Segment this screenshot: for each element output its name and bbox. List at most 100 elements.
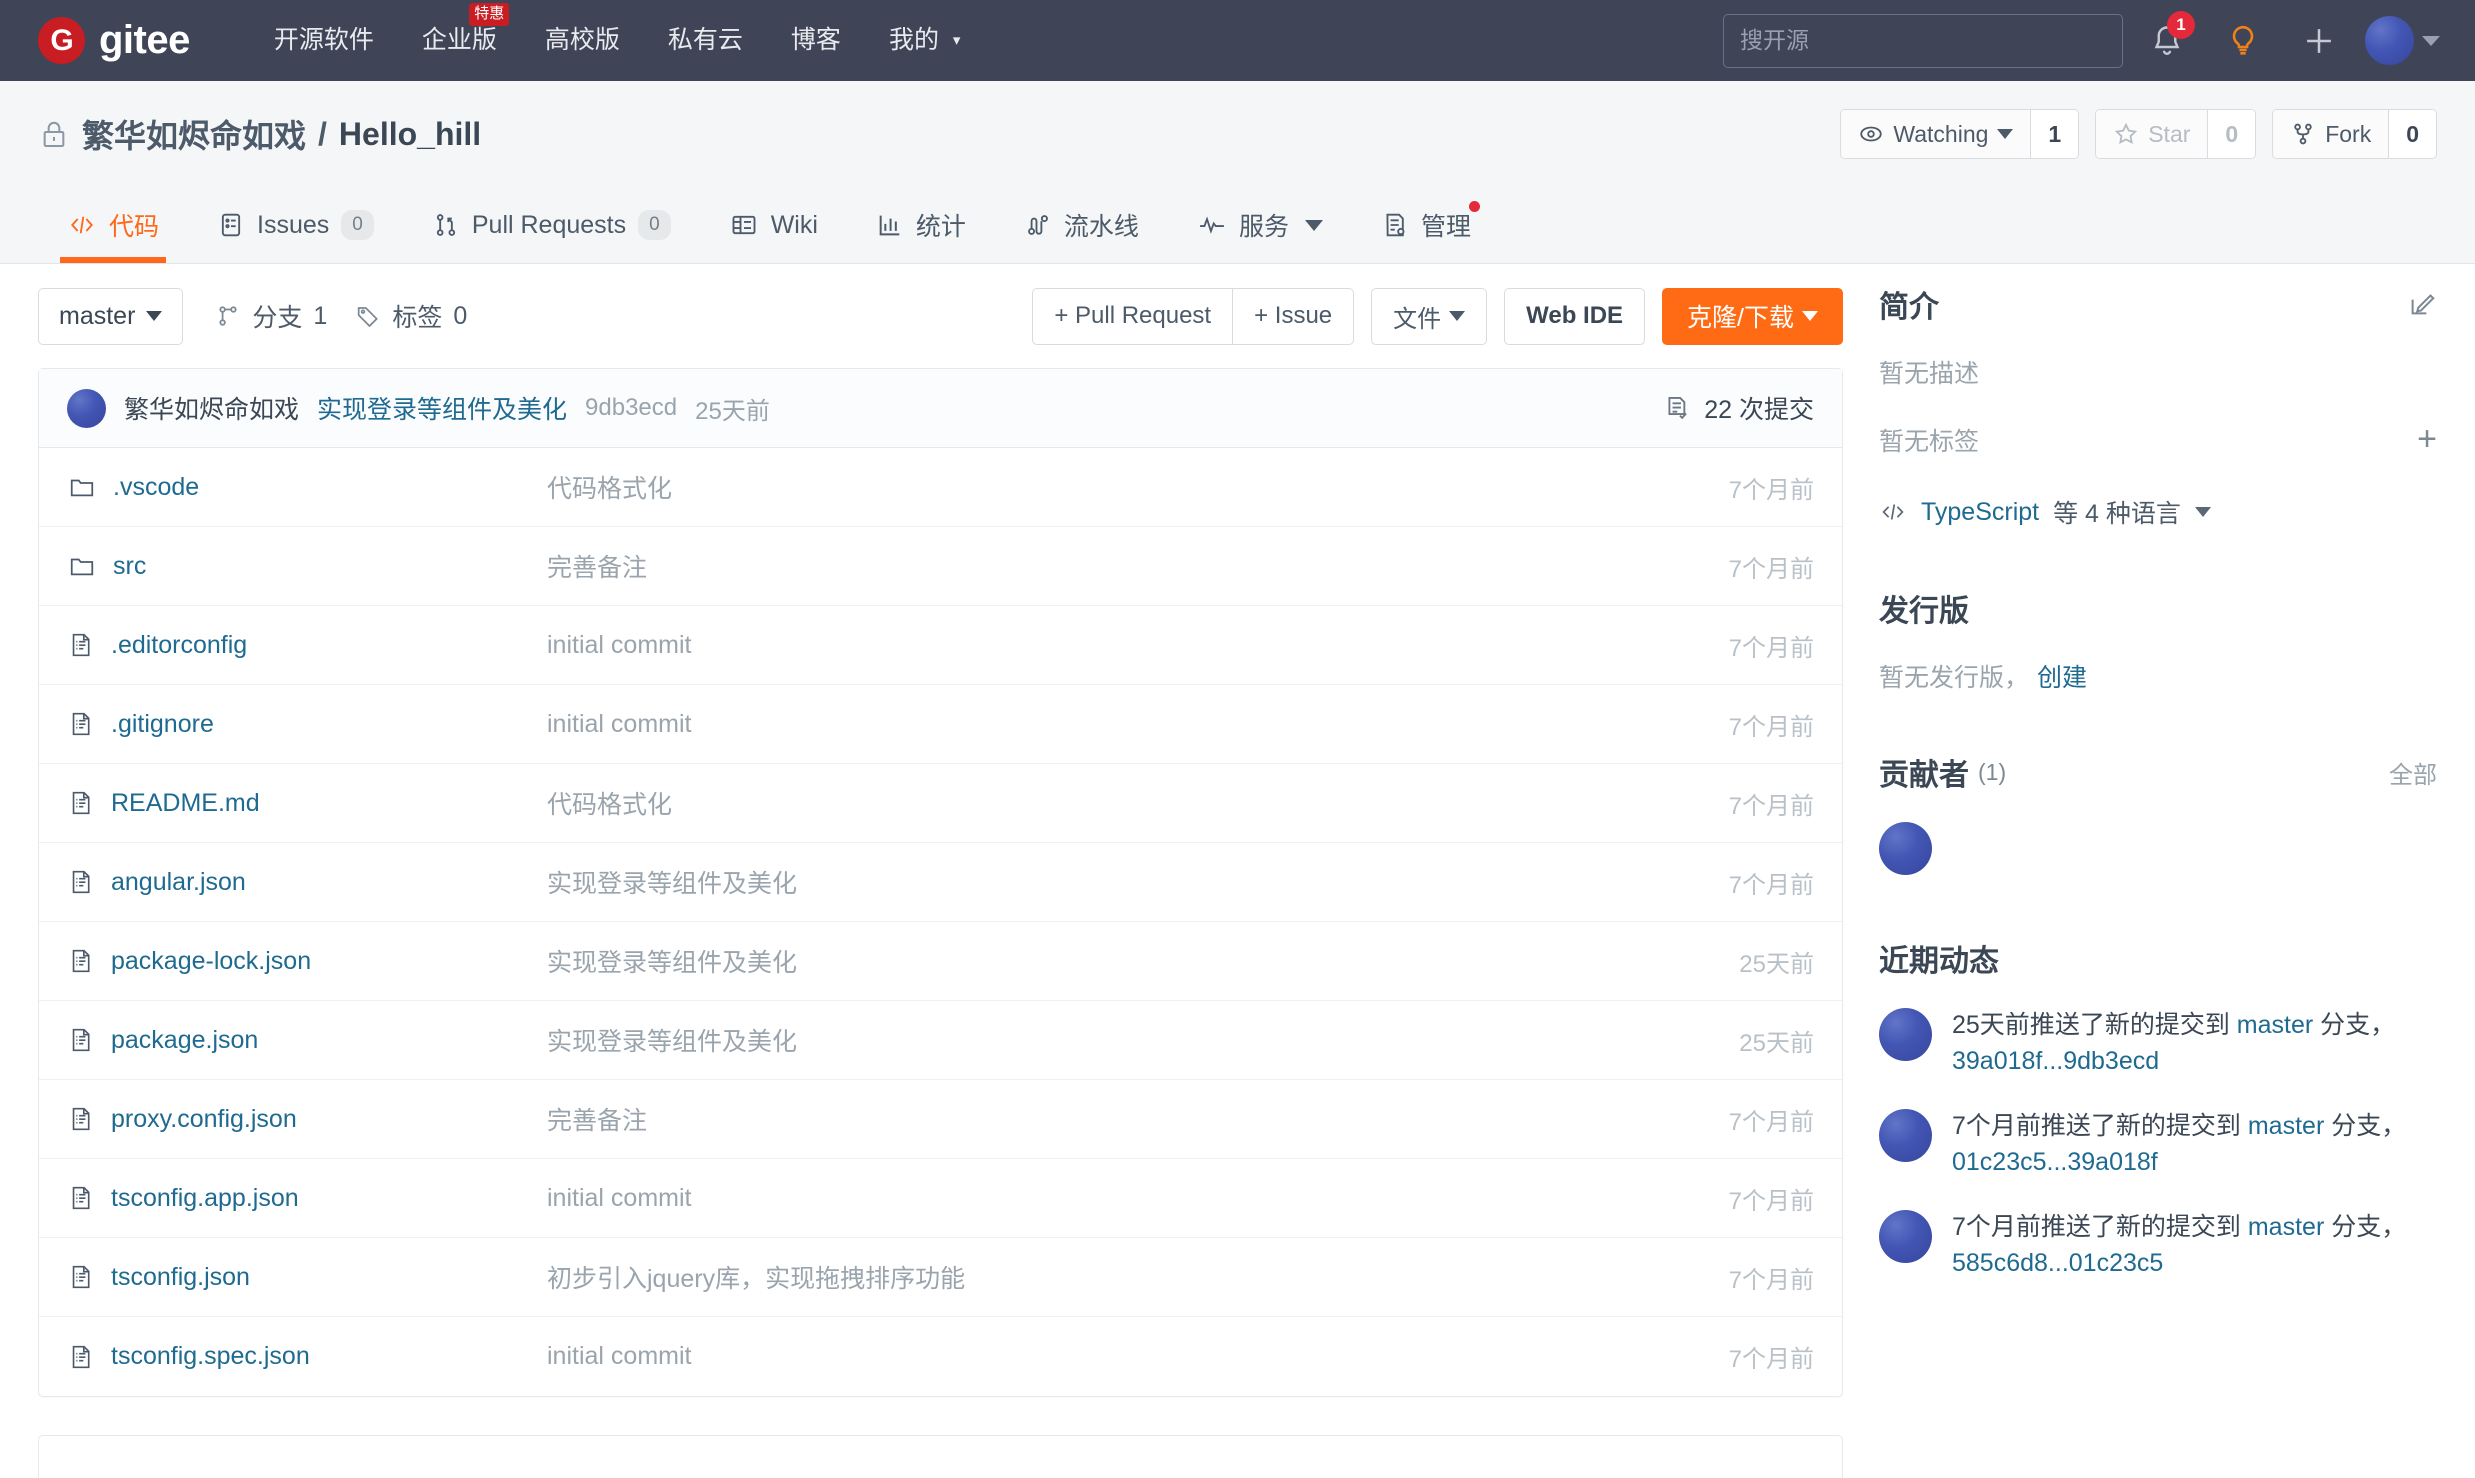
commits-count-link[interactable]: 22 次提交 [1663, 390, 1814, 426]
file-commit-message[interactable]: 实现登录等组件及美化 [547, 864, 1729, 900]
gitee-logo[interactable]: G gitee [38, 17, 190, 64]
list-item: 7个月前推送了新的提交到 master 分支， 01c23c5...39a018f [1879, 1109, 2437, 1180]
commit-sha[interactable]: 9db3ecd [585, 394, 677, 422]
file-name-link[interactable]: README.md [111, 789, 260, 818]
nav-link-mine[interactable]: 我的 ▾ [865, 0, 985, 81]
tab-label: 代码 [109, 213, 160, 241]
watch-count[interactable]: 1 [2030, 110, 2079, 158]
table-row[interactable]: .vscode 代码格式化 7个月前 [39, 448, 1842, 527]
contributors-all-link[interactable]: 全部 [2389, 755, 2437, 790]
commit-message[interactable]: 实现登录等组件及美化 [317, 390, 567, 426]
fork-button[interactable]: Fork [2273, 110, 2389, 158]
clone-download-button[interactable]: 克隆/下载 [1662, 287, 1843, 345]
file-name-link[interactable]: .gitignore [111, 710, 214, 739]
contributors-heading: 贡献者 (1) 全部 [1879, 750, 2437, 794]
activity-sha-link[interactable]: 39a018f...9db3ecd [1952, 1047, 2159, 1075]
tab-manage[interactable]: 管理 [1352, 187, 1500, 263]
file-name-link[interactable]: tsconfig.spec.json [111, 1342, 310, 1371]
tab-pipelines[interactable]: 流水线 [995, 187, 1168, 263]
table-row[interactable]: tsconfig.app.json initial commit 7个月前 [39, 1159, 1842, 1238]
repo-name-link[interactable]: Hello_hill [339, 116, 481, 153]
activity-branch-link[interactable]: master [2248, 1213, 2324, 1241]
file-commit-message[interactable]: 完善备注 [547, 548, 1729, 584]
activity-time: 7个月前 [1952, 1112, 2041, 1140]
activity-branch-link[interactable]: master [2248, 1112, 2324, 1140]
activity-sha-link[interactable]: 585c6d8...01c23c5 [1952, 1249, 2163, 1277]
avatar[interactable] [1879, 1210, 1932, 1263]
file-commit-message[interactable]: initial commit [547, 631, 1729, 660]
create-release-link[interactable]: 创建 [2037, 664, 2087, 692]
primary-language-link[interactable]: TypeScript [1921, 498, 2039, 527]
user-menu[interactable] [2365, 16, 2440, 65]
tab-services[interactable]: 服务 [1168, 187, 1352, 263]
table-row[interactable]: src 完善备注 7个月前 [39, 527, 1842, 606]
table-row[interactable]: .gitignore initial commit 7个月前 [39, 685, 1842, 764]
file-commit-message[interactable]: 完善备注 [547, 1101, 1729, 1137]
chevron-down-icon[interactable] [2194, 507, 2211, 517]
branch-selector[interactable]: master [38, 287, 184, 345]
new-issue-button[interactable]: + Issue [1232, 287, 1355, 345]
avatar[interactable] [1879, 822, 1932, 875]
file-commit-message[interactable]: 实现登录等组件及美化 [547, 943, 1739, 979]
branches-link[interactable]: 分支 1 [215, 298, 327, 334]
file-commit-message[interactable]: initial commit [547, 1342, 1729, 1371]
nav-link-university[interactable]: 高校版 [521, 0, 644, 81]
tab-issues[interactable]: Issues 0 [188, 187, 403, 263]
nav-link-blog[interactable]: 博客 [767, 0, 865, 81]
tags-link[interactable]: 标签 0 [355, 298, 467, 334]
file-commit-message[interactable]: 实现登录等组件及美化 [547, 1022, 1739, 1058]
activity-branch-link[interactable]: master [2237, 1011, 2313, 1039]
tab-wiki[interactable]: Wiki [700, 187, 847, 263]
create-new-button[interactable] [2287, 9, 2351, 73]
file-commit-message[interactable]: 代码格式化 [547, 469, 1729, 505]
new-pull-request-button[interactable]: + Pull Request [1032, 287, 1233, 345]
avatar[interactable] [1879, 1109, 1932, 1162]
file-name-link[interactable]: tsconfig.json [111, 1263, 250, 1292]
file-name-link[interactable]: .vscode [113, 473, 199, 502]
repository-title-row: 繁华如烬命如戏 / Hello_hill Watching 1 Star 0 F… [38, 81, 2437, 187]
file-commit-message[interactable]: 代码格式化 [547, 785, 1729, 821]
file-name-link[interactable]: tsconfig.app.json [111, 1184, 299, 1213]
branches-label: 分支 [252, 304, 303, 332]
table-row[interactable]: README.md 代码格式化 7个月前 [39, 764, 1842, 843]
table-row[interactable]: proxy.config.json 完善备注 7个月前 [39, 1080, 1842, 1159]
watch-button[interactable]: Watching [1841, 110, 2031, 158]
fork-count[interactable]: 0 [2388, 110, 2436, 158]
file-commit-time: 7个月前 [1728, 1187, 1814, 1215]
avatar[interactable] [1879, 1008, 1932, 1061]
repo-meta-links: 分支 1 标签 0 [215, 298, 467, 334]
file-name-link[interactable]: package-lock.json [111, 947, 311, 976]
file-name-link[interactable]: proxy.config.json [111, 1105, 297, 1134]
nav-link-enterprise[interactable]: 特惠 企业版 [398, 0, 521, 81]
tab-code[interactable]: 代码 [38, 187, 188, 263]
table-row[interactable]: package.json 实现登录等组件及美化 25天前 [39, 1001, 1842, 1080]
files-menu-button[interactable]: 文件 [1371, 287, 1488, 345]
file-name-link[interactable]: .editorconfig [111, 631, 247, 660]
commit-author[interactable]: 繁华如烬命如戏 [124, 390, 299, 426]
tab-statistics[interactable]: 统计 [847, 187, 995, 263]
table-row[interactable]: .editorconfig initial commit 7个月前 [39, 606, 1842, 685]
file-name-link[interactable]: angular.json [111, 868, 246, 897]
star-count[interactable]: 0 [2207, 110, 2256, 158]
nav-link-privatecloud[interactable]: 私有云 [644, 0, 767, 81]
edit-about-button[interactable] [2407, 289, 2437, 319]
tab-pull-requests[interactable]: Pull Requests 0 [403, 187, 700, 263]
notifications-button[interactable]: 1 [2135, 9, 2199, 73]
table-row[interactable]: package-lock.json 实现登录等组件及美化 25天前 [39, 922, 1842, 1001]
file-commit-message[interactable]: initial commit [547, 710, 1729, 739]
search-input[interactable] [1723, 13, 2123, 68]
web-ide-button[interactable]: Web IDE [1504, 287, 1646, 345]
nav-link-opensource[interactable]: 开源软件 [250, 0, 398, 81]
table-row[interactable]: tsconfig.json 初步引入jquery库，实现拖拽排序功能 7个月前 [39, 1238, 1842, 1317]
file-name-link[interactable]: src [113, 552, 146, 581]
repo-owner-link[interactable]: 繁华如烬命如戏 [82, 111, 306, 157]
star-button[interactable]: Star [2096, 110, 2208, 158]
file-commit-message[interactable]: 初步引入jquery库，实现拖拽排序功能 [547, 1259, 1729, 1295]
file-commit-message[interactable]: initial commit [547, 1184, 1729, 1213]
ideas-lightbulb-button[interactable] [2211, 9, 2275, 73]
add-tag-button[interactable]: + [2417, 422, 2437, 456]
table-row[interactable]: angular.json 实现登录等组件及美化 7个月前 [39, 843, 1842, 922]
table-row[interactable]: tsconfig.spec.json initial commit 7个月前 [39, 1317, 1842, 1396]
activity-sha-link[interactable]: 01c23c5...39a018f [1952, 1148, 2158, 1176]
file-name-link[interactable]: package.json [111, 1026, 258, 1055]
